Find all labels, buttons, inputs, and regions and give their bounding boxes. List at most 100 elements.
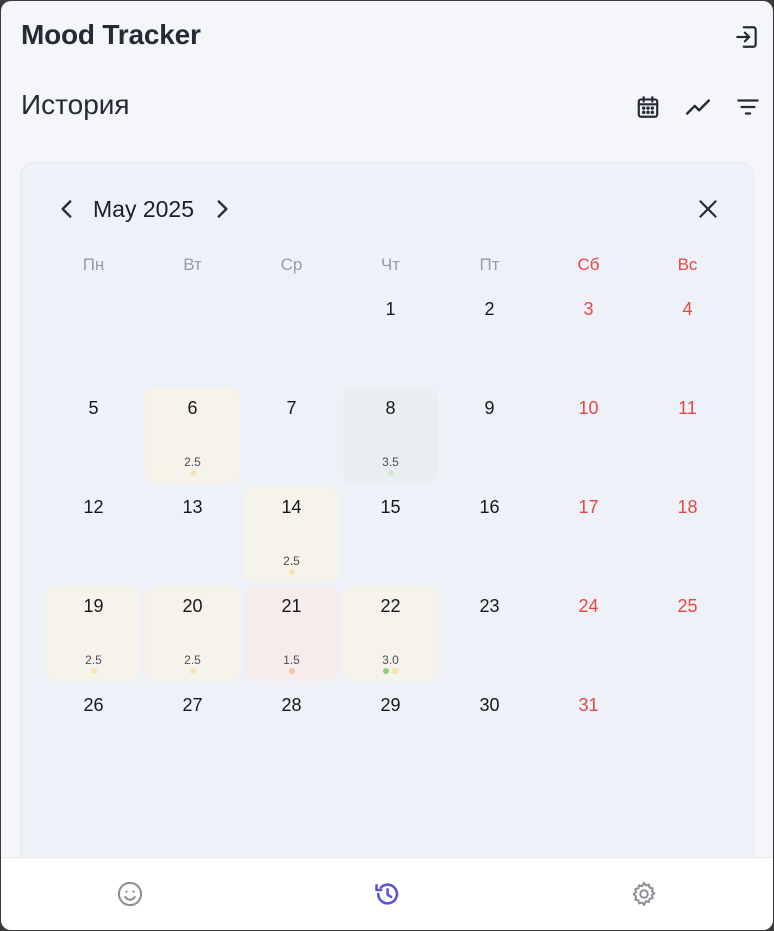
calendar-day-13[interactable]: 13 xyxy=(145,487,240,582)
calendar-header: May 2025 xyxy=(21,163,753,255)
weekday-label: Вс xyxy=(677,255,698,274)
calendar-day-30[interactable]: 30 xyxy=(442,685,537,780)
empty-day-cell xyxy=(145,289,240,384)
tab-settings[interactable] xyxy=(626,876,662,912)
day-number: 5 xyxy=(88,398,99,418)
day-number: 4 xyxy=(682,299,693,319)
calendar-day-10[interactable]: 10 xyxy=(541,388,636,483)
calendar-day-2[interactable]: 2 xyxy=(442,289,537,384)
mood-dot xyxy=(288,569,295,575)
previous-month-button[interactable] xyxy=(49,191,85,227)
day-number: 27 xyxy=(182,695,203,715)
calendar-day-11[interactable]: 11 xyxy=(640,388,735,483)
mood-dots xyxy=(244,668,339,674)
calendar-day-19[interactable]: 19 2.5 xyxy=(46,586,141,681)
calendar-day-25[interactable]: 25 xyxy=(640,586,735,681)
mood-score: 2.5 xyxy=(283,554,300,568)
day-number: 6 xyxy=(187,398,198,418)
calendar-day-4[interactable]: 4 xyxy=(640,289,735,384)
calendar-day-22[interactable]: 22 3.0 xyxy=(343,586,438,681)
calendar-day-3[interactable]: 3 xyxy=(541,289,636,384)
mood-dot xyxy=(90,668,97,674)
calendar-day-28[interactable]: 28 xyxy=(244,685,339,780)
calendar-day-14[interactable]: 14 2.5 xyxy=(244,487,339,582)
mood-score: 3.5 xyxy=(382,455,399,469)
calendar-day-24[interactable]: 24 xyxy=(541,586,636,681)
calendar-day-18[interactable]: 18 xyxy=(640,487,735,582)
day-number: 19 xyxy=(83,596,104,616)
calendar-day-27[interactable]: 27 xyxy=(145,685,240,780)
calendar-day-12[interactable]: 12 xyxy=(46,487,141,582)
calendar-view-button[interactable] xyxy=(630,89,666,125)
next-month-button[interactable] xyxy=(204,191,240,227)
calendar-day-1[interactable]: 1 xyxy=(343,289,438,384)
day-number: 3 xyxy=(583,299,594,319)
day-number: 15 xyxy=(380,497,401,517)
mood-dots xyxy=(46,668,141,674)
weekday-label: Вт xyxy=(183,255,202,274)
weekday-label: Сб xyxy=(577,255,600,274)
mood-dot xyxy=(383,668,389,674)
calendar-card: May 2025 Пн Вт Ср Чт Пт Сб Вс 1 2 3 4 5 6 2.5 7 8 3.5 9 1… xyxy=(20,162,754,882)
day-number: 26 xyxy=(83,695,104,715)
day-number: 23 xyxy=(479,596,500,616)
mood-dot xyxy=(387,470,394,476)
calendar-day-31[interactable]: 31 xyxy=(541,685,636,780)
mood-dot xyxy=(288,668,295,674)
logout-icon xyxy=(736,26,757,48)
calendar-day-17[interactable]: 17 xyxy=(541,487,636,582)
calendar-day-16[interactable]: 16 xyxy=(442,487,537,582)
day-number: 24 xyxy=(578,596,599,616)
day-number: 18 xyxy=(677,497,698,517)
day-number: 31 xyxy=(578,695,599,715)
weekday-header-row: Пн Вт Ср Чт Пт Сб Вс xyxy=(44,255,737,279)
trend-chart-icon xyxy=(685,99,711,115)
mood-score: 2.5 xyxy=(184,653,201,667)
mood-dots xyxy=(343,470,438,476)
tab-mood[interactable] xyxy=(112,876,148,912)
mood-dots xyxy=(145,470,240,476)
calendar-day-6[interactable]: 6 2.5 xyxy=(145,388,240,483)
day-number: 1 xyxy=(385,299,396,319)
day-number: 29 xyxy=(380,695,401,715)
calendar-day-29[interactable]: 29 xyxy=(343,685,438,780)
logout-button[interactable] xyxy=(729,19,765,55)
weekday-label: Пт xyxy=(479,255,500,274)
calendar-day-26[interactable]: 26 xyxy=(46,685,141,780)
page-title: История xyxy=(21,89,130,120)
mood-dots xyxy=(343,668,438,674)
calendar-day-9[interactable]: 9 xyxy=(442,388,537,483)
app-title: Mood Tracker xyxy=(21,19,201,50)
calendar-icon xyxy=(637,96,659,118)
empty-day-cell xyxy=(46,289,141,384)
weekday-label: Чт xyxy=(380,255,401,274)
mood-dot xyxy=(392,668,398,674)
filter-button[interactable] xyxy=(730,89,766,125)
mood-score: 1.5 xyxy=(283,653,300,667)
close-calendar-button[interactable] xyxy=(690,191,726,227)
calendar-day-grid: 1 2 3 4 5 6 2.5 7 8 3.5 9 10 11 12 13 14 2.5 15 16 17 18 19 2.… xyxy=(44,289,737,784)
chevron-left-icon xyxy=(61,200,72,218)
calendar-day-23[interactable]: 23 xyxy=(442,586,537,681)
day-number: 21 xyxy=(281,596,302,616)
calendar-day-5[interactable]: 5 xyxy=(46,388,141,483)
mood-dots xyxy=(244,569,339,575)
calendar-day-20[interactable]: 20 2.5 xyxy=(145,586,240,681)
day-number: 12 xyxy=(83,497,104,517)
calendar-day-7[interactable]: 7 xyxy=(244,388,339,483)
mood-score: 2.5 xyxy=(85,653,102,667)
calendar-day-15[interactable]: 15 xyxy=(343,487,438,582)
day-number: 13 xyxy=(182,497,203,517)
calendar-day-8[interactable]: 8 3.5 xyxy=(343,388,438,483)
day-number: 2 xyxy=(484,299,495,319)
mood-dot xyxy=(189,668,196,674)
mood-dots xyxy=(145,668,240,674)
day-number: 11 xyxy=(678,398,697,418)
filter-icon xyxy=(737,99,759,115)
top-bar: Mood Tracker xyxy=(1,1,773,75)
calendar-day-21[interactable]: 21 1.5 xyxy=(244,586,339,681)
tab-history[interactable] xyxy=(369,876,405,912)
chart-view-button[interactable] xyxy=(680,89,716,125)
day-number: 14 xyxy=(281,497,302,517)
day-number: 7 xyxy=(286,398,297,418)
